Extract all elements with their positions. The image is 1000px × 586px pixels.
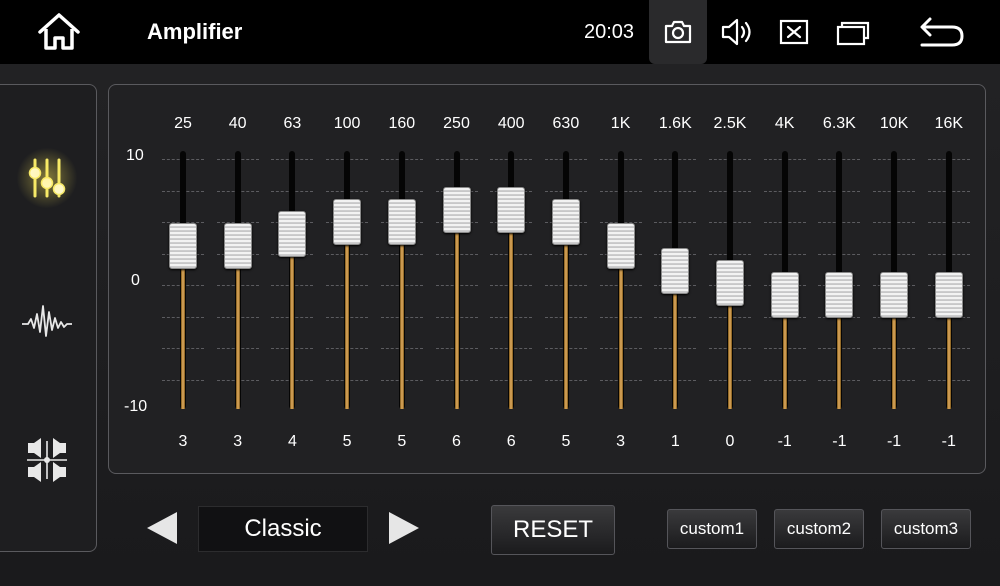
band-level-fill [181,246,185,409]
band-value-label: 4 [287,433,297,450]
volume-icon[interactable] [720,17,754,47]
band-value-label: 1 [670,433,680,450]
sidebar-item-sound-field[interactable] [20,293,74,347]
speaker-balance-icon [27,438,67,482]
band-slider-knob[interactable] [880,272,909,319]
back-icon[interactable] [918,15,966,49]
band-value-label: 3 [616,433,626,450]
eq-band: 160 5 [375,85,429,475]
band-value-label: 5 [342,433,352,450]
eq-band: 1.6K 1 [648,85,702,475]
scale-max-label: 10 [126,147,144,164]
band-level-fill [399,222,404,409]
band-frequency-label: 40 [228,115,247,132]
recent-apps-icon[interactable] [836,17,872,47]
band-value-label: 3 [233,433,243,450]
band-frequency-label: 100 [333,115,361,132]
band-level-fill [290,234,295,409]
band-frequency-label: 1.6K [658,115,692,132]
band-value-label: 5 [561,433,571,450]
preset-name: Classic [198,506,368,552]
band-slider-knob[interactable] [551,199,580,245]
eq-band: 250 6 [430,85,484,475]
band-value-label: 0 [725,433,735,450]
triangle-left-icon [147,512,177,544]
eq-band: 4K -1 [758,85,812,475]
band-slider-knob[interactable] [387,199,416,245]
band-value-label: 6 [506,433,516,450]
eq-band: 6.3K -1 [812,85,866,475]
band-slider-knob[interactable] [825,272,854,319]
band-value-label: -1 [886,433,902,450]
eq-band: 2.5K 0 [703,85,757,475]
band-slider-knob[interactable] [333,199,362,245]
band-frequency-label: 2.5K [713,115,747,132]
sound-wave-icon [22,305,72,337]
band-value-label: 6 [452,433,461,450]
sidebar [0,84,97,552]
scale-min-label: -10 [124,398,148,415]
band-value-label: -1 [941,433,956,450]
band-slider-knob[interactable] [770,272,799,319]
band-level-fill [618,246,623,409]
band-frequency-label: 160 [388,115,416,132]
band-frequency-label: 400 [497,115,525,132]
band-slider-knob[interactable] [442,186,471,233]
prev-preset-button[interactable] [145,510,179,546]
band-slider-knob[interactable] [934,272,963,319]
band-level-fill [509,209,514,409]
equalizer-panel: 10 0 -10 25 3 40 3 63 4 100 5 160 5 250 6 400 6 630 5 1K… [108,84,986,474]
scale-zero-label: 0 [131,272,140,289]
band-value-label: -1 [832,433,847,450]
screenshot-button[interactable] [649,0,707,64]
home-icon[interactable] [36,12,82,52]
band-value-label: 5 [397,433,407,450]
close-box-icon[interactable] [779,18,809,46]
band-frequency-label: 25 [174,115,192,132]
eq-band: 1K 3 [594,85,648,475]
band-slider-knob[interactable] [606,223,635,270]
band-slider-knob[interactable] [223,223,252,270]
eq-band: 40 3 [211,85,265,475]
band-level-fill [454,209,459,409]
band-slider-knob[interactable] [169,223,197,270]
eq-band: 400 6 [484,85,538,475]
custom3-button[interactable]: custom3 [881,509,971,549]
band-level-fill [563,222,568,409]
band-frequency-label: 1K [610,115,631,132]
band-frequency-label: 16K [934,115,964,132]
eq-band: 16K -1 [922,85,976,475]
band-frequency-label: 630 [552,115,580,132]
band-level-fill [345,222,350,409]
triangle-right-icon [389,512,419,544]
page-title: Amplifier [147,19,243,44]
band-slider-knob[interactable] [716,260,744,306]
eq-band: 630 5 [539,85,593,475]
sidebar-item-balance[interactable] [20,433,74,487]
custom1-button[interactable]: custom1 [667,509,757,549]
band-value-label: 3 [178,433,188,450]
band-frequency-label: 63 [283,115,302,132]
band-slider-knob[interactable] [278,211,307,258]
eq-band: 100 5 [320,85,374,475]
camera-icon [663,19,693,45]
band-slider-knob[interactable] [497,186,526,233]
custom2-button[interactable]: custom2 [774,509,864,549]
band-value-label: -1 [777,433,792,450]
eq-band: 25 3 [156,85,210,475]
band-frequency-label: 4K [774,115,795,132]
band-frequency-label: 10K [879,115,909,132]
clock: 20:03 [584,21,635,43]
next-preset-button[interactable] [387,510,421,546]
reset-button[interactable]: RESET [491,505,615,555]
band-frequency-label: 6.3K [822,115,856,132]
top-bar: Amplifier 20:03 [0,0,1000,64]
sidebar-item-equalizer[interactable] [14,145,80,211]
band-slider-knob[interactable] [661,247,690,294]
band-level-fill [235,246,240,409]
eq-band: 10K -1 [867,85,921,475]
band-frequency-label: 250 [443,115,470,132]
equalizer-sliders-icon [28,158,66,198]
eq-band: 63 4 [265,85,319,475]
